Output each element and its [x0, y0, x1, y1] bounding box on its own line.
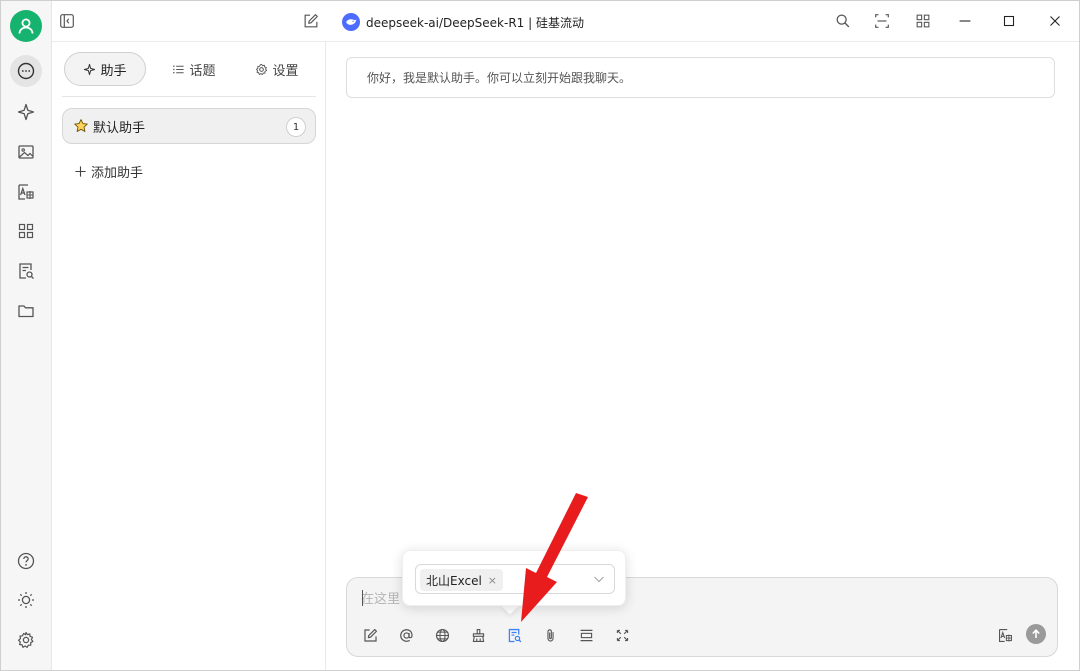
rail-knowledge-button[interactable] — [10, 255, 42, 287]
selected-knowledge-tag: 北山Excel × — [420, 569, 504, 591]
layout-button[interactable] — [913, 11, 933, 31]
clear-icon — [472, 628, 484, 642]
rail-chat-button[interactable] — [10, 55, 42, 87]
expand-icon — [616, 629, 628, 641]
model-name: deepseek-ai/DeepSeek-R1 | 硅基流动 — [366, 15, 584, 30]
assistant-item-default[interactable]: 默认助手 1 — [62, 108, 316, 144]
send-button[interactable] — [1026, 624, 1046, 644]
left-rail — [0, 0, 52, 671]
translate-input-button[interactable] — [994, 624, 1016, 646]
translate-icon — [18, 184, 34, 200]
rail-theme-button[interactable] — [10, 584, 42, 616]
rail-files-button[interactable] — [10, 295, 42, 327]
tab-topics-label: 话题 — [189, 63, 216, 79]
welcome-message: 你好，我是默认助手。你可以立刻开始跟我聊天。 — [346, 57, 1055, 98]
knowledge-base-icon — [508, 628, 521, 642]
search-button[interactable] — [833, 11, 853, 31]
attachment-button[interactable] — [539, 624, 561, 646]
rail-paint-button[interactable] — [10, 136, 42, 168]
mention-icon — [399, 628, 413, 642]
rail-translate-button[interactable] — [10, 176, 42, 208]
folder-icon — [18, 305, 34, 318]
star-icon — [74, 119, 88, 132]
context-button[interactable] — [575, 624, 597, 646]
minimize-icon — [959, 20, 971, 22]
panel-tabs: 助手 话题 设置 — [62, 52, 316, 86]
add-assistant-button[interactable]: 添加助手 — [74, 160, 143, 182]
theme-sun-icon — [18, 592, 34, 608]
tab-settings[interactable]: 设置 — [238, 52, 316, 86]
user-icon — [18, 18, 34, 34]
plus-icon — [75, 165, 86, 177]
tab-settings-label: 设置 — [272, 63, 299, 79]
arrow-up-icon — [1032, 629, 1040, 638]
rail-agents-button[interactable] — [10, 96, 42, 128]
attachment-icon — [546, 628, 554, 642]
new-chat-button[interactable] — [301, 11, 321, 31]
help-icon — [17, 552, 35, 570]
context-icon — [580, 629, 592, 641]
maximize-icon — [1003, 15, 1015, 27]
knowledge-base-popover: 北山Excel × — [402, 550, 626, 606]
maximize-button[interactable] — [999, 11, 1019, 31]
tab-assistants[interactable]: 助手 — [64, 52, 146, 86]
apps-grid-icon — [18, 223, 34, 239]
edit-icon — [304, 14, 318, 28]
user-avatar[interactable] — [10, 10, 42, 42]
screen-capture-icon — [875, 14, 889, 28]
rail-apps-button[interactable] — [10, 215, 42, 247]
web-search-icon — [435, 628, 449, 642]
close-window-button[interactable] — [1045, 11, 1065, 31]
mention-model-button[interactable] — [395, 624, 417, 646]
search-icon — [836, 14, 850, 28]
toggle-sidebar-button[interactable] — [57, 11, 77, 31]
new-topic-icon — [363, 628, 377, 642]
minimize-button[interactable] — [955, 11, 975, 31]
topic-count-badge: 1 — [286, 117, 306, 137]
new-topic-button[interactable] — [359, 624, 381, 646]
sparkle-icon — [84, 63, 96, 75]
tab-assistants-label: 助手 — [100, 63, 127, 79]
sparkle-icon — [17, 103, 35, 121]
knowledge-base-icon — [19, 263, 34, 279]
clear-context-button[interactable] — [467, 624, 489, 646]
knowledge-base-button[interactable] — [503, 624, 525, 646]
assistant-panel: 助手 话题 设置 默认助手 1 添加助手 — [52, 42, 326, 671]
rail-help-button[interactable] — [10, 545, 42, 577]
knowledge-base-select[interactable]: 北山Excel × — [415, 564, 615, 594]
expand-button[interactable] — [611, 624, 633, 646]
assistant-name: 默认助手 — [93, 120, 146, 136]
deepseek-logo-icon — [342, 13, 360, 31]
settings-gear-icon — [256, 63, 268, 75]
web-search-button[interactable] — [431, 624, 453, 646]
chevron-down-icon[interactable] — [592, 572, 606, 586]
title-bar: deepseek-ai/DeepSeek-R1 | 硅基流动 — [52, 0, 1080, 42]
add-assistant-label: 添加助手 — [91, 165, 144, 181]
knowledge-tag-label: 北山Excel — [426, 573, 482, 588]
translate-icon — [998, 628, 1012, 642]
capture-button[interactable] — [872, 11, 892, 31]
list-icon — [173, 65, 185, 73]
close-icon — [1050, 16, 1060, 26]
sidebar-toggle-icon — [60, 14, 74, 28]
tab-topics[interactable]: 话题 — [154, 52, 234, 86]
text-caret — [362, 590, 363, 606]
chat-bubble-icon — [17, 62, 35, 80]
rail-settings-button[interactable] — [10, 624, 42, 656]
tabs-divider — [62, 96, 316, 97]
remove-tag-icon[interactable]: × — [488, 574, 497, 587]
image-icon — [18, 145, 34, 159]
apps-grid-icon — [916, 14, 930, 28]
settings-gear-icon — [18, 631, 34, 648]
model-selector[interactable]: deepseek-ai/DeepSeek-R1 | 硅基流动 — [342, 12, 584, 32]
